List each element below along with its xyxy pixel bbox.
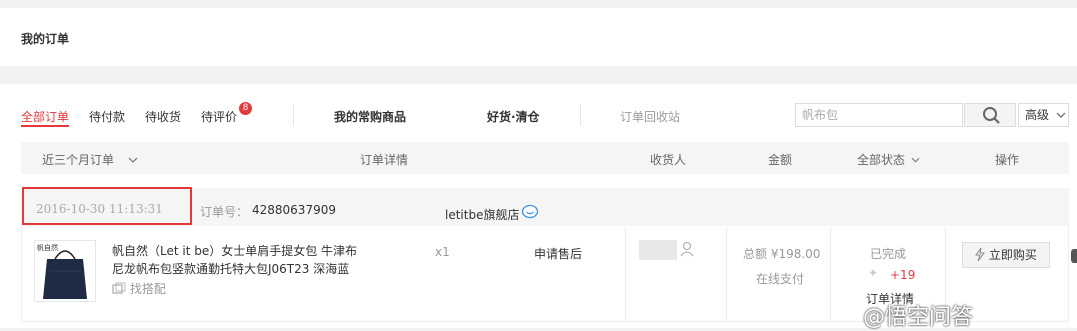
- advanced-search-button[interactable]: 高级: [1018, 103, 1069, 127]
- user-icon[interactable]: [680, 241, 694, 261]
- column-order-details: 订单详情: [360, 153, 409, 167]
- column-amount: 金额: [768, 153, 793, 167]
- review-count-badge: 8: [239, 102, 252, 115]
- product-title-link[interactable]: 帆自然（Let it be）女士单肩手提女包 牛津布尼龙帆布包竖款通勤托特大包J…: [112, 242, 362, 278]
- column-receiver: 收货人: [650, 153, 687, 167]
- period-filter[interactable]: 近三个月订单: [42, 151, 138, 168]
- search-icon: [983, 107, 1000, 124]
- status-filter[interactable]: 全部状态: [857, 151, 920, 168]
- page-header: [0, 8, 1077, 66]
- period-filter-label: 近三个月订单: [42, 153, 115, 167]
- quantity: x1: [435, 245, 450, 259]
- divider: [293, 104, 294, 126]
- after-sale-link[interactable]: 申请售后: [534, 245, 582, 262]
- cell-divider: [830, 227, 831, 322]
- match-icon: [112, 282, 126, 294]
- points-earned: +19: [890, 268, 916, 282]
- page-title: 我的订单: [21, 32, 70, 46]
- chevron-down-icon: [128, 157, 138, 163]
- tab-all-orders[interactable]: 全部订单: [21, 108, 69, 125]
- chat-icon[interactable]: [521, 204, 539, 224]
- active-tab-indicator: [21, 125, 69, 127]
- divider: [580, 104, 581, 126]
- tab-pending-payment[interactable]: 待付款: [89, 108, 125, 125]
- payment-method: 在线支付: [756, 272, 805, 286]
- product-brand-text: 帆自然: [37, 244, 58, 252]
- recycle-bin-link[interactable]: 订单回收站: [620, 108, 680, 125]
- points-icon: ✦: [868, 266, 879, 280]
- find-match-link[interactable]: 找搭配: [112, 280, 166, 297]
- search-button[interactable]: [964, 103, 1016, 127]
- order-number: 42880637909: [252, 203, 336, 217]
- status-filter-label: 全部状态: [857, 153, 906, 167]
- lightning-icon: [975, 247, 986, 262]
- advanced-label: 高级: [1025, 108, 1050, 122]
- tab-pending-review[interactable]: 待评价: [201, 108, 237, 125]
- receiver-name: [639, 240, 677, 260]
- shop-name-link[interactable]: letitbe旗舰店: [445, 206, 519, 223]
- frequent-items-link[interactable]: 我的常购商品: [334, 108, 406, 125]
- side-scroll-handle[interactable]: [1071, 249, 1077, 263]
- chevron-down-icon: [911, 157, 920, 163]
- watermark-logo: @悟空问答: [863, 305, 974, 330]
- search-input[interactable]: [796, 104, 968, 126]
- search-box: [795, 103, 968, 127]
- order-date: 2016-10-30 11:13:31: [36, 202, 163, 216]
- order-number-label: 订单号：: [200, 205, 249, 219]
- cell-divider: [726, 227, 727, 322]
- buy-again-label: 立即购买: [988, 248, 1037, 262]
- cell-divider: [625, 227, 626, 322]
- chevron-down-icon: [1056, 112, 1066, 118]
- clearance-link[interactable]: 好货·清仓: [487, 108, 540, 125]
- order-total: 总额 ¥198.00: [743, 247, 821, 261]
- column-actions: 操作: [995, 153, 1020, 167]
- find-match-label: 找搭配: [129, 282, 166, 296]
- order-status: 已完成: [870, 247, 907, 261]
- buy-again-button[interactable]: 立即购买: [962, 242, 1050, 268]
- tab-pending-receipt[interactable]: 待收货: [145, 108, 181, 125]
